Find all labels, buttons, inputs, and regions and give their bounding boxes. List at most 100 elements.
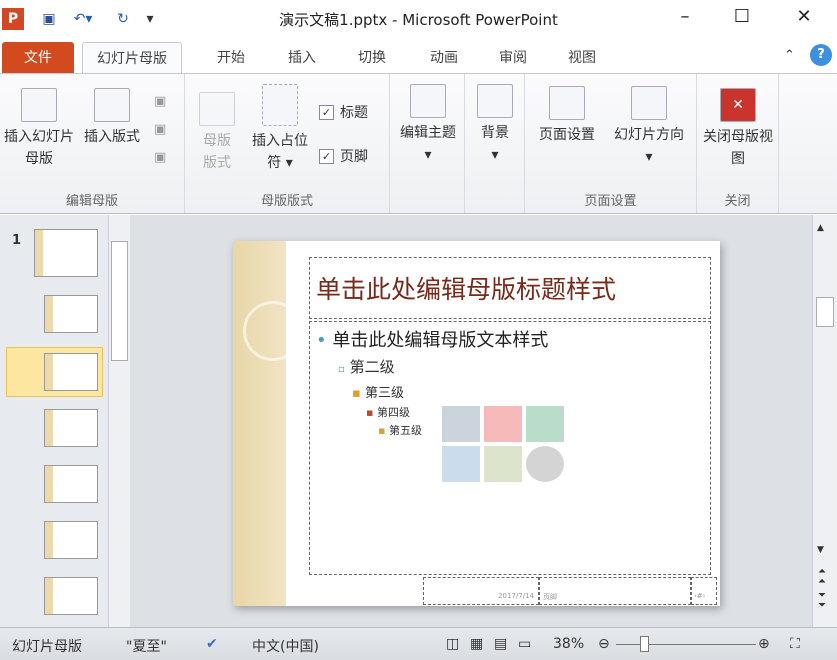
small-master-icons[interactable]: ▣ ▣ ▣ xyxy=(154,88,166,172)
group-label: 页面设置 xyxy=(584,194,637,209)
table-icon[interactable] xyxy=(442,406,480,442)
orientation-icon xyxy=(631,86,667,120)
clipart-icon[interactable] xyxy=(484,446,522,482)
scroll-thumb[interactable] xyxy=(111,241,128,361)
page-setup-button[interactable]: 页面设置 xyxy=(531,86,603,146)
insert-slide-master-button[interactable]: 插入幻灯片母版 xyxy=(4,88,74,170)
next-slide-icon[interactable]: ⏷ ⏷ xyxy=(818,591,826,611)
reading-view-icon[interactable]: ▤ xyxy=(494,636,507,652)
thumbnail-master[interactable] xyxy=(34,229,98,277)
group-background: 背景 ▾ xyxy=(465,74,525,213)
maximize-button[interactable]: ☐ xyxy=(722,6,762,32)
chart-icon[interactable] xyxy=(484,406,522,442)
group-label: 编辑母版 xyxy=(65,194,118,209)
insert-layout-button[interactable]: 插入版式 xyxy=(78,88,146,148)
tab-transitions[interactable]: 切换 xyxy=(344,42,400,74)
level-2: ▫ 第二级 xyxy=(338,358,395,376)
body-placeholder[interactable]: • 单击此处编辑母版文本样式 ▫ 第二级 ▪ 第三级 ▪ 第四级 ▪ 第五级 xyxy=(309,321,711,575)
level-1: • 单击此处编辑母版文本样式 xyxy=(316,330,549,351)
group-edit-master: 插入幻灯片母版 插入版式 ▣ ▣ ▣ 编辑母版 xyxy=(0,74,185,213)
slideshow-icon[interactable]: ▭ xyxy=(518,636,531,652)
group-close: ✕ 关闭母版视图 关闭 xyxy=(697,74,779,213)
scroll-up-icon[interactable]: ▲ xyxy=(817,223,824,233)
slide-canvas[interactable]: 单击此处编辑母版标题样式 • 单击此处编辑母版文本样式 ▫ 第二级 ▪ 第三级 … xyxy=(233,241,720,606)
group-label: 母版版式 xyxy=(260,194,313,209)
thumbnail-scrollbar[interactable] xyxy=(108,215,130,627)
slide-sorter-icon[interactable]: ▦ xyxy=(470,636,483,652)
picture-icon[interactable] xyxy=(442,446,480,482)
status-bar: 幻灯片母版 "夏至" ✔ 中文(中国) ◫ ▦ ▤ ▭ 38% ⊖ ⊕ ⛶ xyxy=(0,627,837,660)
thumbnail-layout[interactable] xyxy=(44,465,98,503)
page-setup-icon xyxy=(549,86,585,120)
thumbnail-pane: 1 xyxy=(0,215,108,627)
tab-slide-master[interactable]: 幻灯片母版 xyxy=(82,42,182,74)
title-placeholder[interactable]: 单击此处编辑母版标题样式 xyxy=(309,257,711,319)
slide-number: 1 xyxy=(12,233,22,248)
zoom-slider-track[interactable] xyxy=(616,644,756,645)
group-label: 关闭 xyxy=(724,194,751,209)
slide-title: 单击此处编辑母版标题样式 xyxy=(316,275,617,304)
window-title: 演示文稿1.pptx - Microsoft PowerPoint xyxy=(279,11,558,29)
zoom-level[interactable]: 38% xyxy=(553,636,584,652)
background-button[interactable]: 背景 ▾ xyxy=(471,84,519,166)
theme-name[interactable]: "夏至" xyxy=(126,636,167,656)
group-master-layout: 母版版式 插入占位符 ▾ ✓ 标题 ✓ 页脚 母版版式 xyxy=(185,74,390,213)
minimize-button[interactable]: – xyxy=(665,6,705,32)
normal-view-icon[interactable]: ◫ xyxy=(446,636,459,652)
collapse-ribbon-icon[interactable]: ⌃ xyxy=(784,48,795,63)
theme-icon xyxy=(410,84,446,118)
vertical-scrollbar[interactable]: ▲ ▼ ⏶ ⏶ ⏷ ⏷ xyxy=(812,215,837,627)
footer-placeholder[interactable]: 页脚 xyxy=(539,577,691,605)
level-3: ▪ 第三级 xyxy=(352,386,404,401)
slide-orientation-button[interactable]: 幻灯片方向 ▾ xyxy=(605,86,693,168)
slide-decorative-band xyxy=(233,241,286,606)
scroll-down-icon[interactable]: ▼ xyxy=(817,545,824,555)
background-icon xyxy=(477,84,513,118)
tab-review[interactable]: 审阅 xyxy=(485,42,541,74)
tab-insert[interactable]: 插入 xyxy=(274,42,330,74)
fit-to-window-icon[interactable]: ⛶ xyxy=(790,636,800,652)
tab-file[interactable]: 文件 xyxy=(2,42,74,74)
thumbnail-layout[interactable] xyxy=(44,521,98,559)
close-master-view-button[interactable]: ✕ 关闭母版视图 xyxy=(703,88,773,170)
ribbon-tabs: 文件 幻灯片母版 开始 插入 切换 动画 审阅 视图 ⌃ ? xyxy=(0,38,837,74)
level-5: ▪ 第五级 xyxy=(378,424,422,437)
previous-slide-icon[interactable]: ⏶ ⏶ xyxy=(818,567,826,587)
edit-theme-button[interactable]: 编辑主题 ▾ xyxy=(394,84,462,166)
close-button[interactable]: ✕ xyxy=(784,6,824,32)
spellcheck-icon[interactable]: ✔ xyxy=(206,636,218,652)
insert-layout-icon xyxy=(94,88,130,122)
scroll-thumb[interactable] xyxy=(816,297,834,327)
workspace: 1 单击此处编辑母版标题样式 • 单击此处编辑母版文本样式 ▫ 第二级 ▪ 第三… xyxy=(0,215,837,627)
insert-slide-master-icon xyxy=(21,88,57,122)
decorative-circle xyxy=(243,301,303,361)
thumbnail-layout[interactable] xyxy=(44,295,98,333)
insert-placeholder-button[interactable]: 插入占位符 ▾ xyxy=(247,84,313,174)
tab-animations[interactable]: 动画 xyxy=(416,42,472,74)
title-checkbox[interactable]: ✓ 标题 xyxy=(319,102,368,122)
close-master-icon: ✕ xyxy=(720,88,756,122)
content-insert-icons xyxy=(442,406,564,482)
smartart-icon[interactable] xyxy=(526,406,564,442)
date-placeholder[interactable]: 2017/7/14 xyxy=(423,577,539,605)
tab-home[interactable]: 开始 xyxy=(203,42,259,74)
thumbnail-layout[interactable] xyxy=(44,353,98,391)
help-icon[interactable]: ? xyxy=(810,44,832,66)
group-theme: 编辑主题 ▾ xyxy=(390,74,465,213)
ribbon: 插入幻灯片母版 插入版式 ▣ ▣ ▣ 编辑母版 母版版式 插入占位符 ▾ ✓ 标题 ✓… xyxy=(0,73,837,214)
view-indicator: 幻灯片母版 xyxy=(12,639,82,655)
tab-view[interactable]: 视图 xyxy=(554,42,610,74)
placeholder-icon xyxy=(262,84,298,126)
slide-number-placeholder[interactable]: ‹#› xyxy=(691,577,717,605)
thumbnail-layout[interactable] xyxy=(44,577,98,615)
zoom-in-icon[interactable]: ⊕ xyxy=(758,636,770,652)
footer-checkbox[interactable]: ✓ 页脚 xyxy=(319,146,368,166)
zoom-slider-thumb[interactable] xyxy=(640,636,649,652)
thumbnail-layout[interactable] xyxy=(44,409,98,447)
language[interactable]: 中文(中国) xyxy=(252,636,319,656)
level-4: ▪ 第四级 xyxy=(366,406,410,419)
media-icon[interactable] xyxy=(526,446,564,482)
zoom-out-icon[interactable]: ⊖ xyxy=(598,636,610,652)
title-bar: P ▣ ↶▾ ↻ ▾ 演示文稿1.pptx - Microsoft PowerP… xyxy=(0,0,837,38)
master-layout-button[interactable]: 母版版式 xyxy=(197,92,237,174)
